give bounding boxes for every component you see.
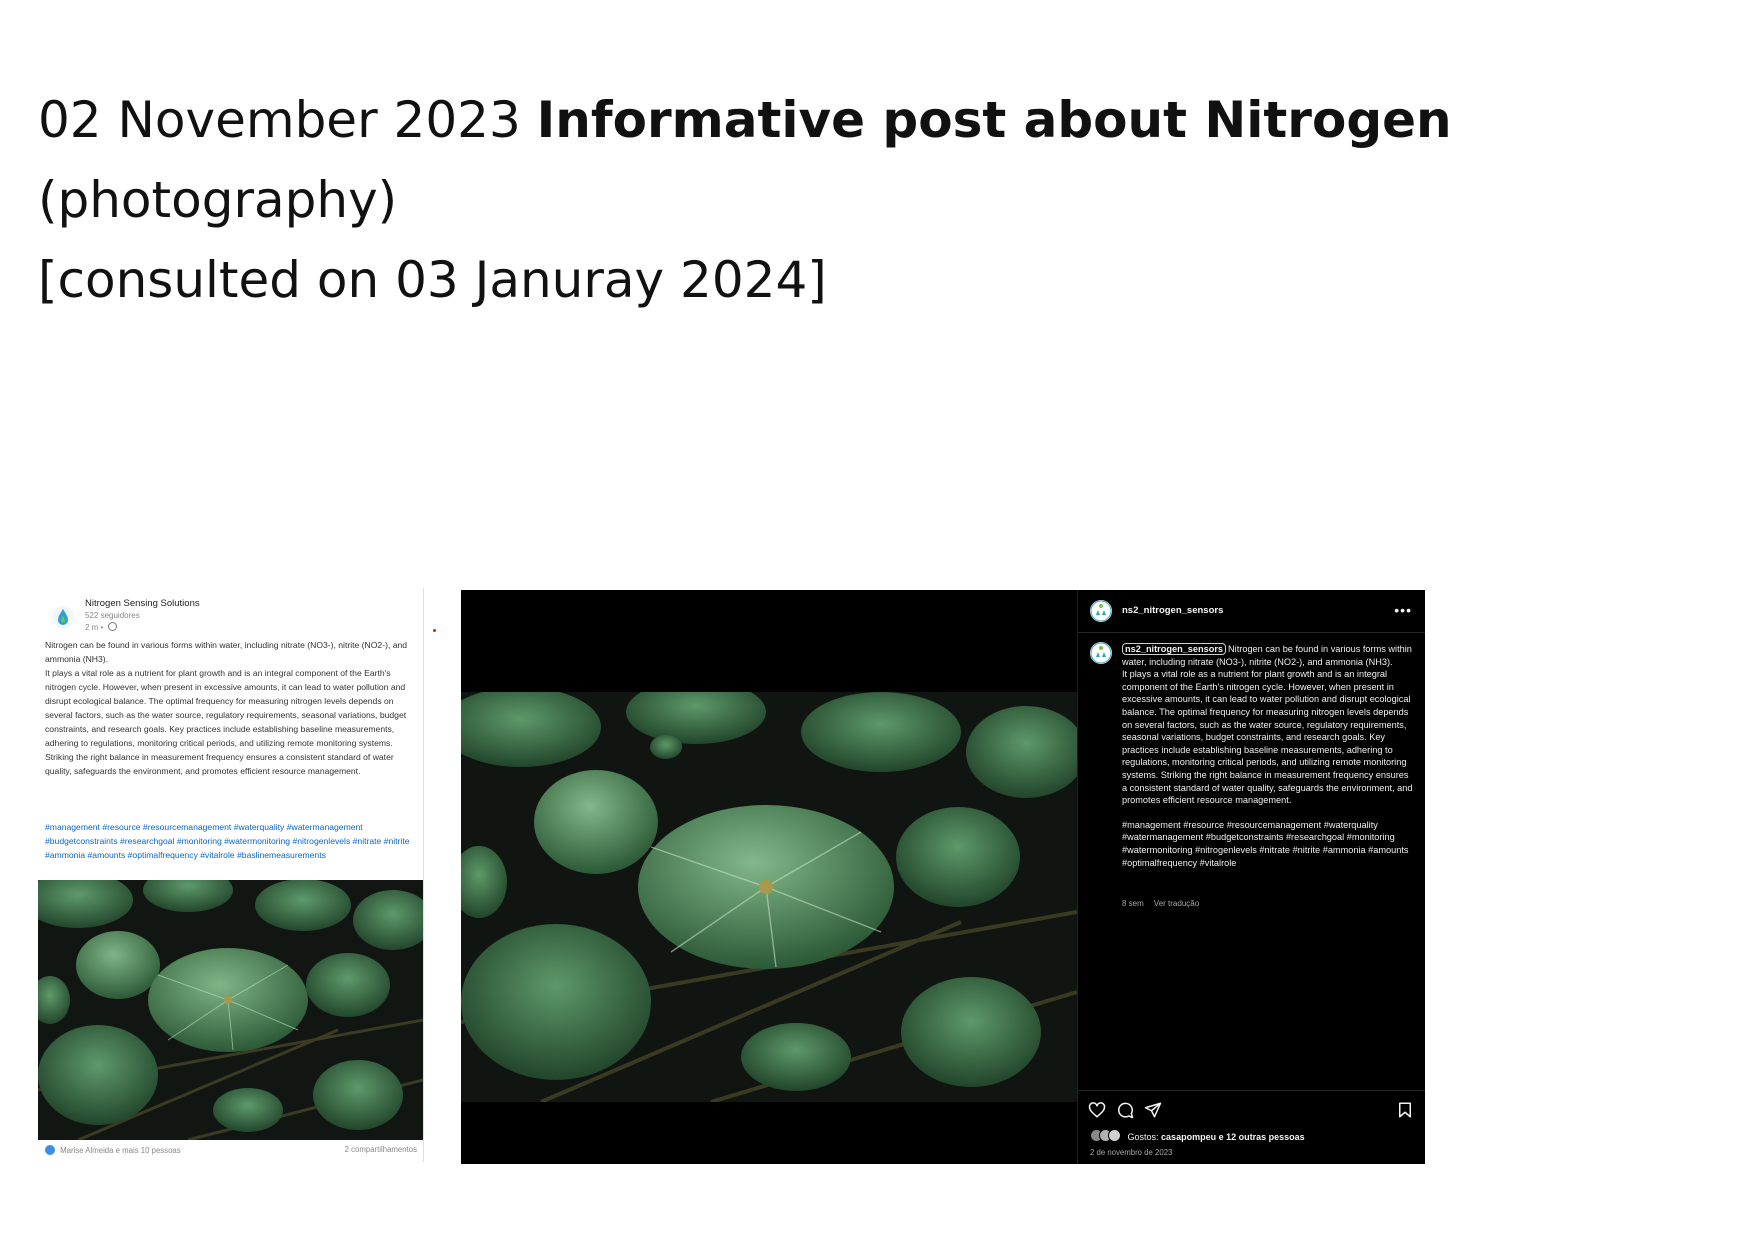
likes-others[interactable]: e 12 outras pessoas: [1219, 1132, 1305, 1142]
post-date-stamp: 2 de novembro de 2023: [1090, 1148, 1173, 1157]
linkedin-post-card: Nitrogen Sensing Solutions 522 seguidore…: [38, 588, 424, 1162]
post-paragraph: It plays a vital role as a nutrient for …: [45, 668, 407, 776]
share-count[interactable]: 2 compartilhamentos: [345, 1145, 417, 1154]
reaction-summary[interactable]: Marise Almeida e mais 10 pessoas: [60, 1146, 180, 1155]
like-reaction-icon: [45, 1145, 55, 1155]
caption-age: 8 sem: [1122, 899, 1144, 908]
translate-link[interactable]: Ver tradução: [1154, 899, 1199, 908]
caption-meta: 8 sem Ver tradução: [1122, 899, 1199, 908]
heading-line-1: 02 November 2023 Informative post about …: [38, 80, 1538, 160]
linkedin-post-image[interactable]: [38, 880, 423, 1140]
bookmark-icon[interactable]: [1396, 1101, 1414, 1119]
instagram-caption: ns2_nitrogen_sensors Nitrogen can be foun…: [1122, 643, 1414, 869]
globe-icon: [107, 622, 117, 631]
page-heading: 02 November 2023 Informative post about …: [38, 80, 1538, 320]
post-paragraph: Nitrogen can be found in various forms w…: [45, 640, 408, 664]
post-date: 02 November 2023: [38, 91, 521, 149]
heart-icon[interactable]: [1088, 1101, 1106, 1119]
liker-avatar: [1108, 1129, 1121, 1142]
post-age: 2 m •: [85, 622, 117, 632]
water-pennywort-photo: [461, 692, 1077, 1102]
linkedin-post-body: Nitrogen can be found in various forms w…: [45, 638, 415, 778]
post-age-text: 2 m •: [85, 623, 104, 632]
linkedin-post-header: Nitrogen Sensing Solutions 522 seguidore…: [52, 598, 412, 636]
caption-paragraph: ns2_nitrogen_sensors Nitrogen can be foun…: [1122, 643, 1414, 668]
more-options-icon[interactable]: •••: [1394, 602, 1412, 618]
caption-hashtags[interactable]: #management #resource #resourcemanagemen…: [1122, 819, 1414, 869]
ns2-logo-icon: [1090, 600, 1112, 622]
caption-username[interactable]: ns2_nitrogen_sensors: [1122, 643, 1227, 655]
follower-count: 522 seguidores: [85, 611, 140, 620]
consulted-date: [consulted on 03 Januray 2024]: [38, 251, 827, 309]
likes-user[interactable]: casapompeu: [1161, 1132, 1216, 1142]
instagram-sidebar: ns2_nitrogen_sensors ••• ns2_nitrogen_se…: [1077, 590, 1425, 1164]
instagram-post-image[interactable]: [461, 692, 1077, 1102]
post-category: (photography): [38, 171, 398, 229]
avatar[interactable]: [1090, 600, 1112, 622]
caption-avatar[interactable]: [1090, 642, 1112, 664]
linkedin-hashtags[interactable]: #management #resource #resourcemanagemen…: [45, 820, 415, 862]
instagram-post-header: ns2_nitrogen_sensors •••: [1078, 590, 1425, 633]
caption-paragraph: It plays a vital role as a nutrient for …: [1122, 669, 1413, 806]
company-name[interactable]: Nitrogen Sensing Solutions: [85, 598, 200, 609]
company-logo-icon[interactable]: [52, 606, 74, 628]
ns2-logo-icon: [1090, 642, 1112, 664]
red-dot-marker: [433, 629, 436, 632]
post-title: Informative post about Nitrogen: [536, 91, 1452, 149]
comment-icon[interactable]: [1116, 1101, 1134, 1119]
instagram-post: ns2_nitrogen_sensors ••• ns2_nitrogen_se…: [461, 590, 1425, 1164]
likes-prefix: Gostos:: [1127, 1132, 1159, 1142]
instagram-action-bar: [1078, 1090, 1425, 1119]
share-icon[interactable]: [1144, 1101, 1162, 1119]
linkedin-post-footer: Marise Almeida e mais 10 pessoas 2 compa…: [45, 1145, 417, 1159]
account-username[interactable]: ns2_nitrogen_sensors: [1122, 605, 1223, 616]
water-pennywort-photo: [38, 880, 423, 1140]
likes-summary[interactable]: Gostos: casapompeu e 12 outras pessoas: [1090, 1129, 1305, 1142]
